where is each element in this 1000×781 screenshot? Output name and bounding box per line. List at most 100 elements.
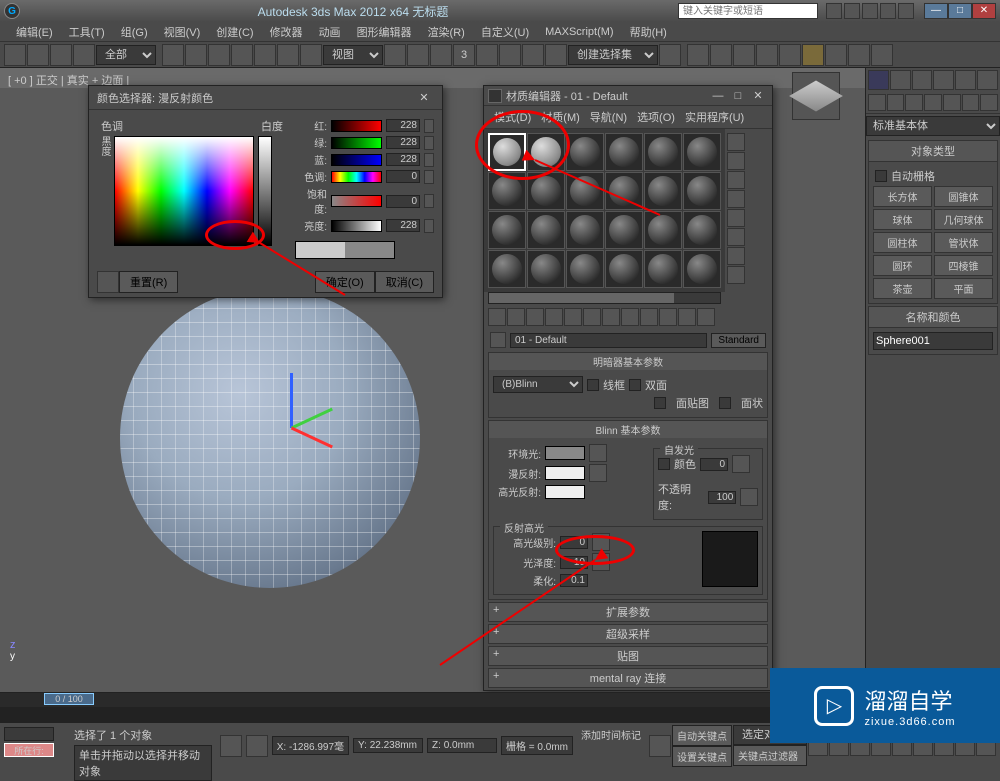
key-filters-button[interactable]: 关键点过滤器 — [733, 745, 807, 766]
geosphere-button[interactable]: 几何球体 — [934, 209, 993, 230]
percent-snap-button[interactable] — [499, 44, 521, 66]
sat-slider[interactable] — [331, 195, 382, 207]
cylinder-button[interactable]: 圆柱体 — [873, 232, 932, 253]
material-type-button[interactable]: Standard — [711, 333, 766, 348]
render-button[interactable] — [871, 44, 893, 66]
reset-map-button[interactable] — [545, 308, 563, 326]
curve-editor-button[interactable] — [756, 44, 778, 66]
sample-slot[interactable] — [644, 133, 682, 171]
go-parent-button[interactable] — [678, 308, 696, 326]
go-sibling-button[interactable] — [697, 308, 715, 326]
me-menu-options[interactable]: 选项(O) — [633, 108, 679, 126]
selfillum-value-input[interactable] — [700, 458, 728, 471]
sample-slot[interactable] — [527, 172, 565, 210]
plane-button[interactable]: 平面 — [934, 278, 993, 299]
y-coord-input[interactable]: Y: 22.238mm — [353, 738, 423, 753]
menu-modifiers[interactable]: 修改器 — [262, 22, 311, 42]
hue-value-input[interactable] — [386, 170, 420, 183]
sample-slot[interactable] — [683, 172, 721, 210]
undo-button[interactable] — [4, 44, 26, 66]
helpers-icon[interactable] — [943, 94, 961, 111]
opacity-value-input[interactable] — [708, 491, 736, 504]
menu-help[interactable]: 帮助(H) — [622, 22, 675, 42]
mentalray-rollout-header[interactable]: +mental ray 连接 — [489, 669, 767, 687]
angle-snap-button[interactable] — [476, 44, 498, 66]
z-coord-input[interactable]: Z: 0.0mm — [427, 738, 497, 753]
menu-graph-editors[interactable]: 图形编辑器 — [349, 22, 420, 42]
material-name-input[interactable] — [510, 333, 707, 348]
mirror-button[interactable] — [659, 44, 681, 66]
me-menu-utilities[interactable]: 实用程序(U) — [681, 108, 748, 126]
menu-tools[interactable]: 工具(T) — [61, 22, 113, 42]
graphite-button[interactable] — [733, 44, 755, 66]
spec-level-input[interactable] — [560, 536, 588, 549]
unlink-button[interactable] — [73, 44, 95, 66]
sample-type-button[interactable] — [727, 133, 745, 151]
show-map-button[interactable] — [640, 308, 658, 326]
red-spinner[interactable] — [424, 119, 434, 133]
show-end-result-button[interactable] — [659, 308, 677, 326]
motion-tab[interactable] — [933, 70, 954, 90]
subscription-icon[interactable] — [844, 3, 860, 19]
facemap-checkbox[interactable] — [654, 397, 666, 409]
edit-named-sel-button[interactable] — [545, 44, 567, 66]
sample-slot[interactable] — [683, 250, 721, 288]
isolate-icon[interactable] — [649, 735, 671, 757]
select-button[interactable] — [162, 44, 184, 66]
select-region-button[interactable] — [208, 44, 230, 66]
schematic-view-button[interactable] — [779, 44, 801, 66]
soften-input[interactable] — [560, 574, 588, 587]
display-tab[interactable] — [955, 70, 976, 90]
x-coord-input[interactable]: X: -1286.997毫 — [272, 736, 349, 755]
gizmo-x-axis-icon[interactable] — [291, 427, 333, 449]
exchange-icon[interactable] — [862, 3, 878, 19]
make-unique-button[interactable] — [583, 308, 601, 326]
sat-spinner[interactable] — [424, 194, 434, 208]
pick-material-icon[interactable] — [490, 332, 506, 348]
sample-slot[interactable] — [605, 133, 643, 171]
manipulate-button[interactable] — [407, 44, 429, 66]
time-slider[interactable]: 0 / 100 — [44, 693, 94, 705]
pyramid-button[interactable]: 四棱锥 — [934, 255, 993, 276]
sat-value-input[interactable] — [386, 195, 420, 208]
spacewarps-icon[interactable] — [962, 94, 980, 111]
menu-group[interactable]: 组(G) — [113, 22, 156, 42]
cone-button[interactable]: 圆锥体 — [934, 186, 993, 207]
sample-slot[interactable] — [488, 172, 526, 210]
move-button[interactable] — [254, 44, 276, 66]
hue-saturation-field[interactable] — [114, 136, 254, 246]
ambient-swatch[interactable] — [545, 446, 585, 460]
autokey-button[interactable]: 自动关键点 — [672, 725, 732, 746]
object-type-header[interactable]: 对象类型 — [869, 141, 997, 162]
get-material-button[interactable] — [488, 308, 506, 326]
val-slider[interactable] — [331, 220, 382, 232]
sample-slot[interactable] — [566, 250, 604, 288]
green-spinner[interactable] — [424, 136, 434, 150]
tube-button[interactable]: 管状体 — [934, 232, 993, 253]
modify-tab[interactable] — [890, 70, 911, 90]
wire-checkbox[interactable] — [587, 379, 599, 391]
keyboard-shortcut-button[interactable] — [430, 44, 452, 66]
selection-filter-dropdown[interactable]: 全部 — [96, 45, 156, 65]
ref-coord-dropdown[interactable]: 视图 — [323, 45, 383, 65]
teapot-button[interactable]: 茶壶 — [873, 278, 932, 299]
val-spinner[interactable] — [424, 219, 434, 233]
favorites-icon[interactable] — [880, 3, 896, 19]
maps-rollout-header[interactable]: +贴图 — [489, 647, 767, 665]
me-menu-material[interactable]: 材质(M) — [537, 108, 584, 126]
snap-toggle-button[interactable]: 3 — [453, 44, 475, 66]
opacity-map-button[interactable] — [740, 488, 758, 506]
menu-animation[interactable]: 动画 — [311, 22, 349, 42]
cancel-button[interactable]: 取消(C) — [375, 271, 434, 293]
category-dropdown[interactable]: 标准基本体 — [866, 116, 1000, 136]
rotate-button[interactable] — [277, 44, 299, 66]
pivot-button[interactable] — [384, 44, 406, 66]
assign-to-selection-button[interactable] — [526, 308, 544, 326]
eyedropper-icon[interactable] — [97, 271, 119, 293]
sample-slot[interactable] — [527, 250, 565, 288]
window-crossing-button[interactable] — [231, 44, 253, 66]
help-icon[interactable] — [898, 3, 914, 19]
ambient-lock-icon[interactable] — [589, 444, 607, 462]
search-icon[interactable] — [826, 3, 842, 19]
spinner-snap-button[interactable] — [522, 44, 544, 66]
